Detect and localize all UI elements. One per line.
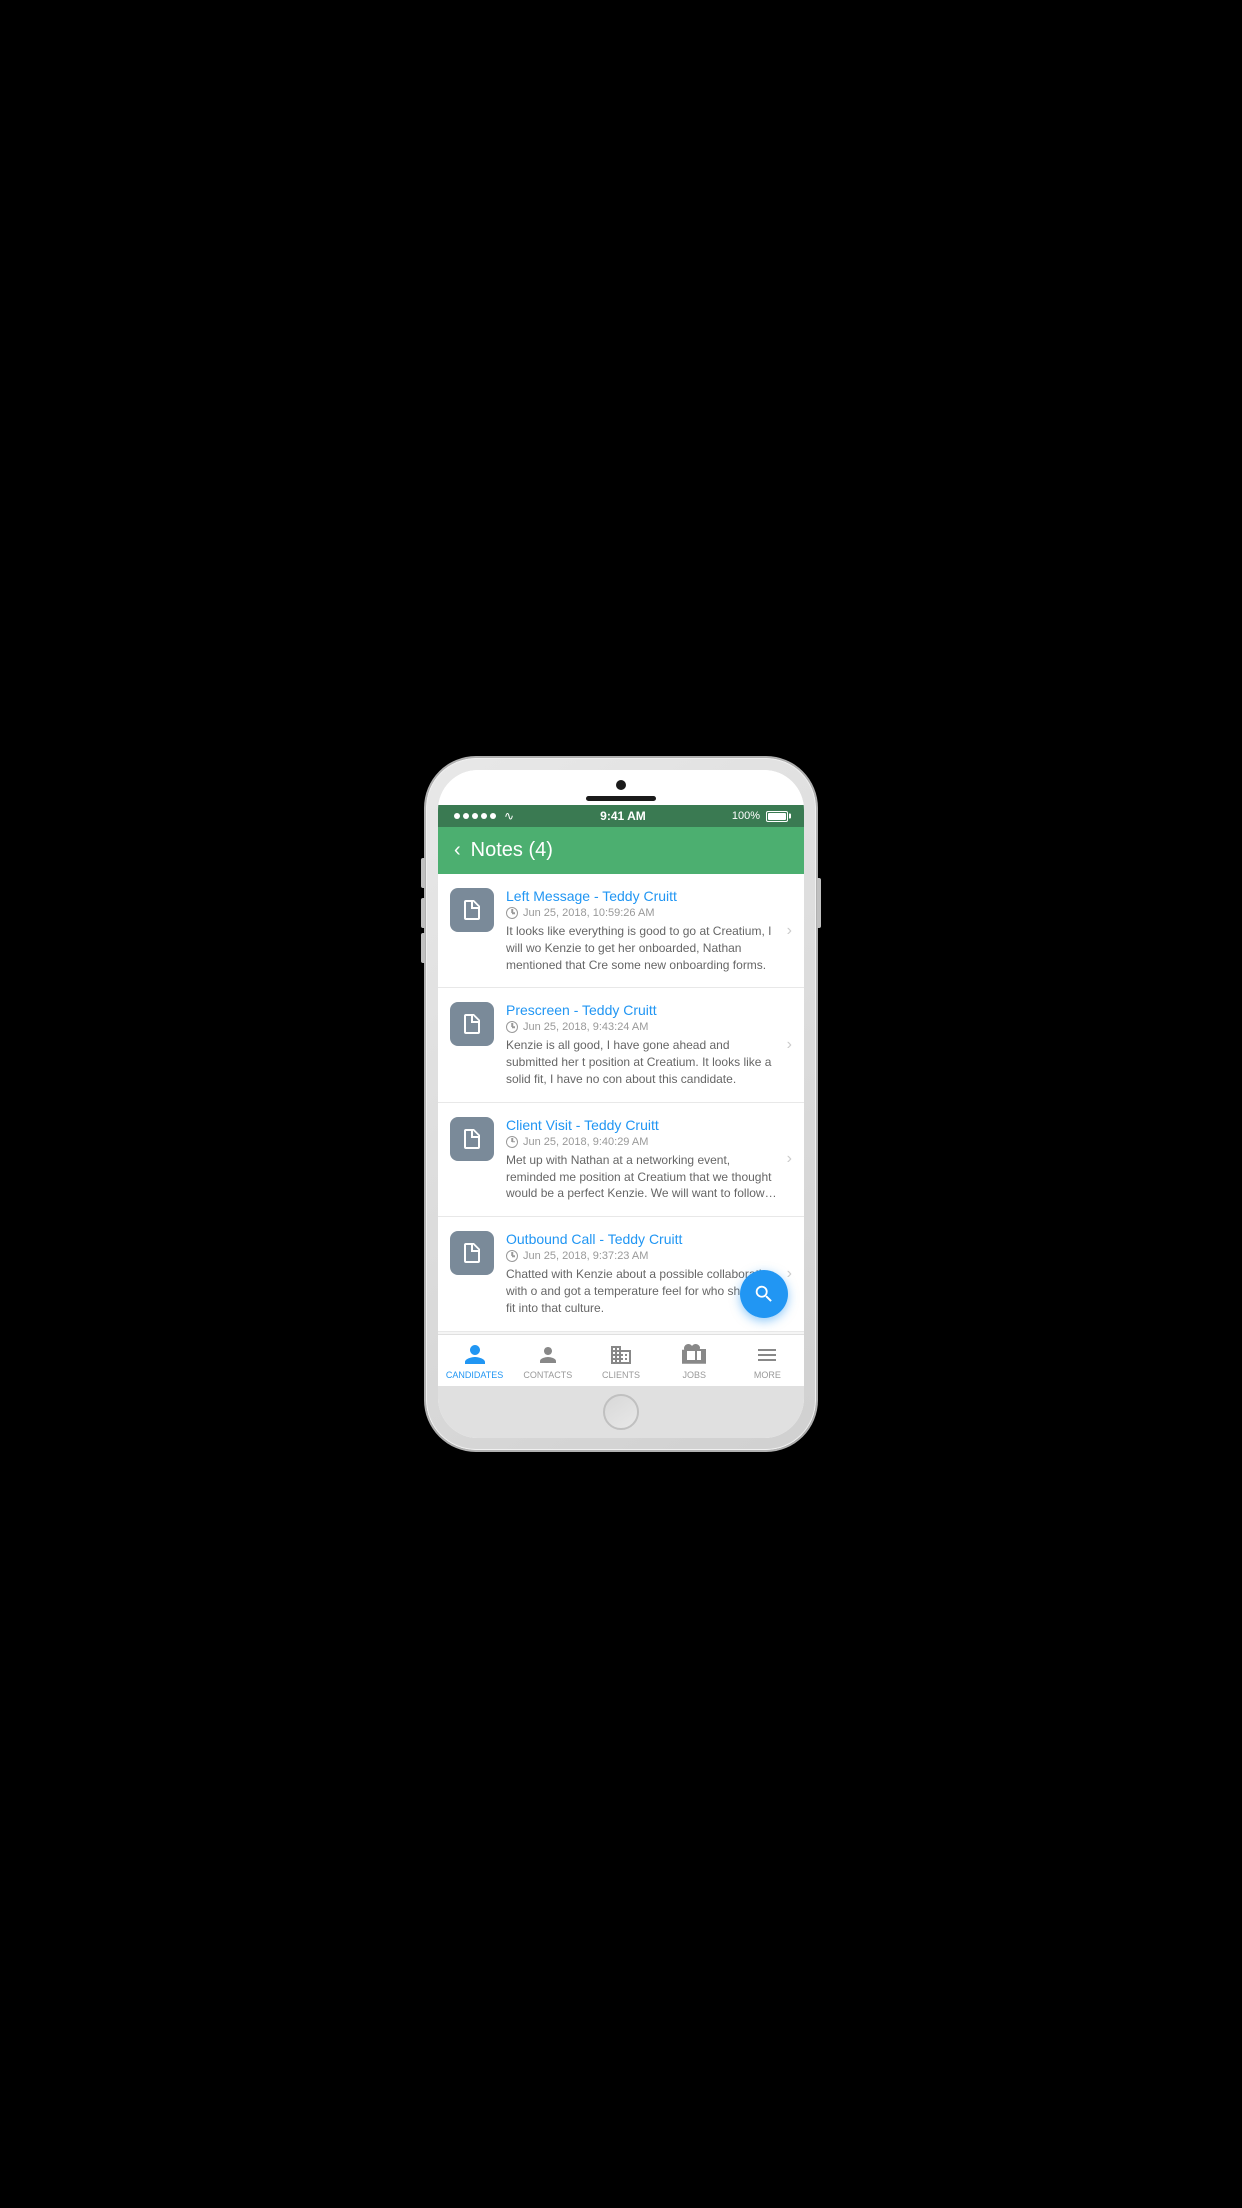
phone-screen: ∿ 9:41 AM 100% ‹ Notes (4) — [438, 770, 804, 1438]
note-icon-wrap — [450, 1117, 494, 1161]
nav-item-more[interactable]: MORE — [731, 1335, 804, 1386]
home-button-area — [438, 1386, 804, 1438]
note-date-row: Jun 25, 2018, 10:59:26 AM — [506, 907, 781, 919]
note-date-row: Jun 25, 2018, 9:43:24 AM — [506, 1021, 781, 1033]
status-bar: ∿ 9:41 AM 100% — [438, 805, 804, 827]
nav-label-jobs: JOBS — [682, 1370, 706, 1380]
search-fab[interactable] — [740, 1270, 788, 1318]
clock-icon — [506, 1021, 518, 1033]
signal-dots — [454, 813, 496, 819]
note-date-row: Jun 25, 2018, 9:40:29 AM — [506, 1136, 781, 1148]
battery-text: 100% — [732, 810, 760, 822]
signal-dot-1 — [454, 813, 460, 819]
note-icon-wrap — [450, 1002, 494, 1046]
clock-icon — [506, 907, 518, 919]
bottom-nav: CANDIDATES CONTACTS CLIENTS — [438, 1334, 804, 1386]
battery-icon — [766, 811, 788, 822]
note-title: Left Message - Teddy Cruitt — [506, 888, 781, 904]
note-doc-icon — [460, 1127, 484, 1151]
note-body: Left Message - Teddy Cruitt Jun 25, 2018… — [506, 888, 781, 973]
clock-icon — [506, 1250, 518, 1262]
chevron-right-icon: › — [787, 1150, 792, 1168]
battery-fill — [768, 813, 786, 820]
note-doc-icon — [460, 1012, 484, 1036]
note-title: Prescreen - Teddy Cruitt — [506, 1002, 781, 1018]
nav-label-candidates: CANDIDATES — [446, 1370, 503, 1380]
status-time: 9:41 AM — [600, 809, 646, 823]
page-header: ‹ Notes (4) — [438, 827, 804, 874]
clock-icon — [506, 1136, 518, 1148]
notes-list: Left Message - Teddy Cruitt Jun 25, 2018… — [438, 874, 804, 1334]
signal-dot-3 — [472, 813, 478, 819]
contacts-icon — [536, 1343, 560, 1367]
note-date: Jun 25, 2018, 9:43:24 AM — [523, 1021, 648, 1033]
note-date: Jun 25, 2018, 9:40:29 AM — [523, 1136, 648, 1148]
clients-icon — [609, 1343, 633, 1367]
camera-dot — [616, 780, 626, 790]
note-title: Client Visit - Teddy Cruitt — [506, 1117, 781, 1133]
nav-label-more: MORE — [754, 1370, 781, 1380]
nav-label-clients: CLIENTS — [602, 1370, 640, 1380]
chevron-right-icon: › — [787, 922, 792, 940]
nav-item-candidates[interactable]: CANDIDATES — [438, 1335, 511, 1386]
note-doc-icon — [460, 1241, 484, 1265]
home-button[interactable] — [603, 1394, 639, 1430]
note-item-2[interactable]: Prescreen - Teddy Cruitt Jun 25, 2018, 9… — [438, 988, 804, 1102]
note-icon-wrap — [450, 1231, 494, 1275]
chevron-right-icon: › — [787, 1036, 792, 1054]
candidates-icon — [463, 1343, 487, 1367]
speaker-bar — [586, 796, 656, 801]
note-date: Jun 25, 2018, 10:59:26 AM — [523, 907, 655, 919]
page-title: Notes (4) — [471, 839, 553, 862]
nav-label-contacts: CONTACTS — [523, 1370, 572, 1380]
nav-item-contacts[interactable]: CONTACTS — [511, 1335, 584, 1386]
note-preview: It looks like everything is good to go a… — [506, 923, 781, 973]
note-body: Prescreen - Teddy Cruitt Jun 25, 2018, 9… — [506, 1002, 781, 1087]
note-icon-wrap — [450, 888, 494, 932]
note-item-1[interactable]: Left Message - Teddy Cruitt Jun 25, 2018… — [438, 874, 804, 988]
wifi-icon: ∿ — [504, 809, 514, 823]
signal-dot-5 — [490, 813, 496, 819]
notch-area — [438, 770, 804, 805]
signal-dot-2 — [463, 813, 469, 819]
search-icon — [753, 1283, 775, 1305]
status-left: ∿ — [454, 809, 514, 823]
phone-frame: ∿ 9:41 AM 100% ‹ Notes (4) — [426, 758, 816, 1450]
status-right: 100% — [732, 810, 788, 822]
note-preview: Met up with Nathan at a networking event… — [506, 1152, 781, 1202]
note-date-row: Jun 25, 2018, 9:37:23 AM — [506, 1250, 781, 1262]
jobs-icon — [682, 1343, 706, 1367]
note-doc-icon — [460, 898, 484, 922]
note-title: Outbound Call - Teddy Cruitt — [506, 1231, 781, 1247]
nav-item-jobs[interactable]: JOBS — [658, 1335, 731, 1386]
note-item-3[interactable]: Client Visit - Teddy Cruitt Jun 25, 2018… — [438, 1103, 804, 1217]
signal-dot-4 — [481, 813, 487, 819]
note-body: Outbound Call - Teddy Cruitt Jun 25, 201… — [506, 1231, 781, 1316]
back-button[interactable]: ‹ — [454, 839, 461, 862]
note-body: Client Visit - Teddy Cruitt Jun 25, 2018… — [506, 1117, 781, 1202]
note-date: Jun 25, 2018, 9:37:23 AM — [523, 1250, 648, 1262]
nav-item-clients[interactable]: CLIENTS — [584, 1335, 657, 1386]
chevron-right-icon: › — [787, 1265, 792, 1283]
note-preview: Kenzie is all good, I have gone ahead an… — [506, 1037, 781, 1087]
more-icon — [755, 1343, 779, 1367]
